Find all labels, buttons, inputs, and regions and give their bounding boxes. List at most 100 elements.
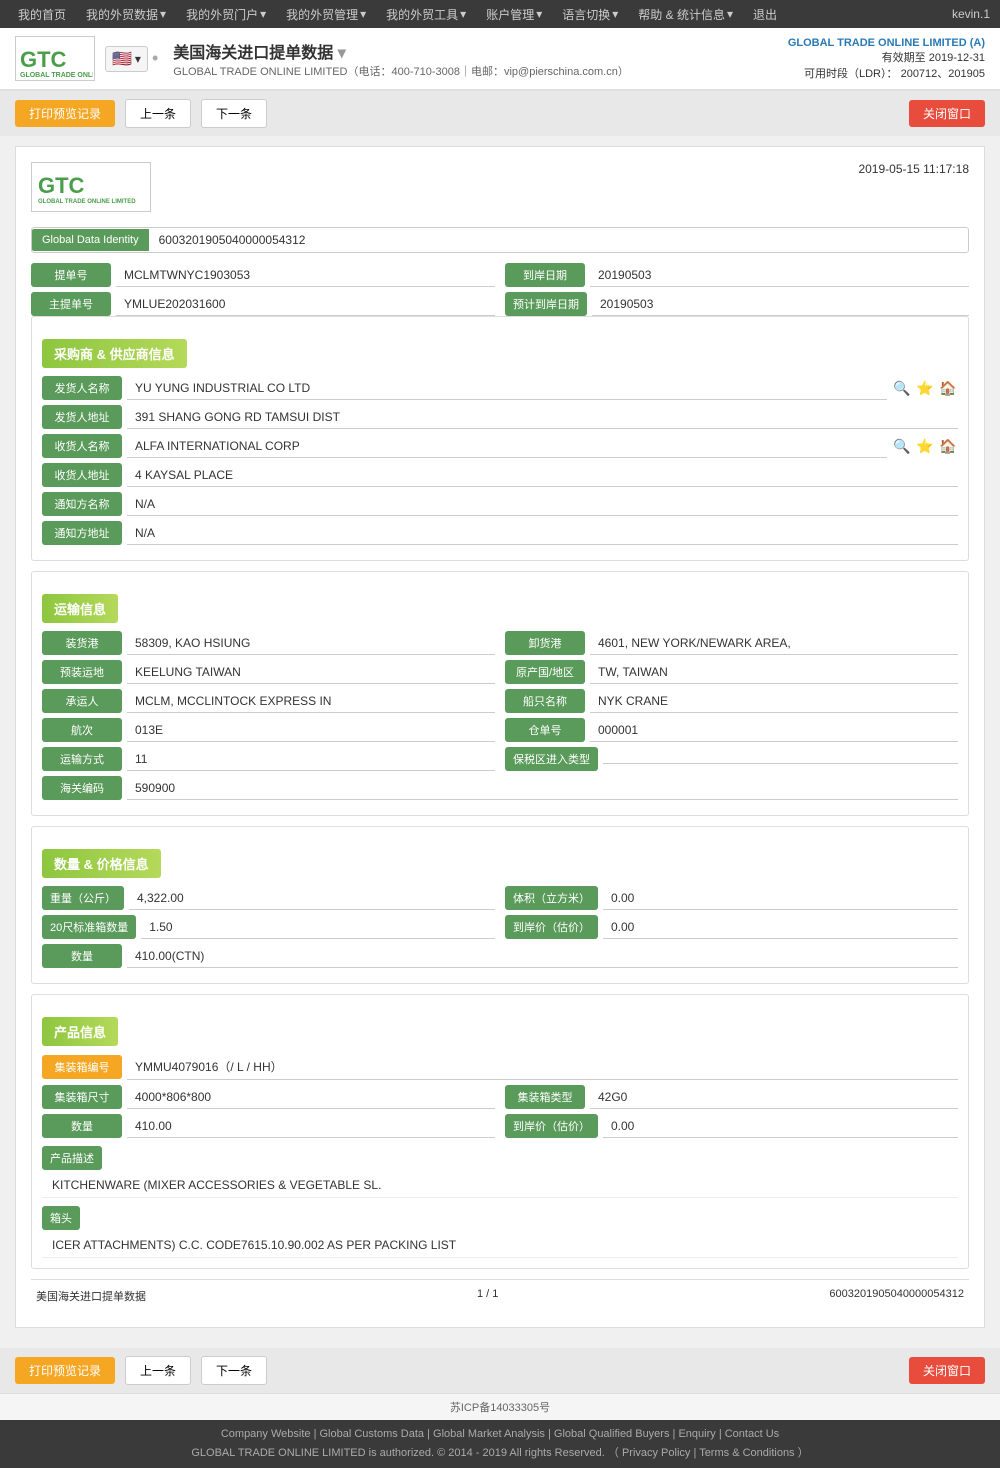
nav-portal[interactable]: 我的外贸门户 ▾ (178, 6, 274, 23)
quantity-label: 数量 (42, 944, 122, 968)
free-trade-value (603, 755, 958, 764)
footer-link-company[interactable]: Company Website (221, 1428, 311, 1440)
nav-account[interactable]: 账户管理 ▾ (478, 6, 550, 23)
volume-value: 0.00 (603, 887, 958, 910)
prod-qty-landedprice-row: 数量 410.00 到岸价（估价） 0.00 (42, 1114, 958, 1138)
bottom-close-button[interactable]: 关闭窗口 (909, 1357, 985, 1384)
transport-freetrade-row: 运输方式 11 保税区进入类型 (42, 747, 958, 771)
nav-tools[interactable]: 我的外贸工具 ▾ (378, 6, 474, 23)
header-area: 箱头 ICER ATTACHMENTS) C.C. CODE7615.10.90… (42, 1206, 958, 1258)
free-trade-label: 保税区进入类型 (505, 747, 598, 771)
consignee-name-field: 收货人名称 ALFA INTERNATIONAL CORP 🔍 ⭐ 🏠 (42, 434, 958, 458)
unloading-port-value: 4601, NEW YORK/NEWARK AREA, (590, 632, 958, 655)
site-logo: GTC GLOBAL TRADE ONLINE LIMITED (15, 36, 95, 81)
vessel-value: NYK CRANE (590, 690, 958, 713)
container-type-field: 集装箱类型 42G0 (505, 1085, 958, 1109)
home-icon[interactable]: 🏠 (938, 436, 958, 456)
master-bill-value: YMLUE202031600 (116, 293, 495, 316)
close-button[interactable]: 关闭窗口 (909, 100, 985, 127)
shipper-addr-value: 391 SHANG GONG RD TAMSUI DIST (127, 406, 958, 429)
notify-name-row: 通知方名称 N/A (42, 492, 958, 516)
shipper-addr-label: 发货人地址 (42, 405, 122, 429)
bill-type-field: 仓单号 000001 (505, 718, 958, 742)
print-button[interactable]: 打印预览记录 (15, 100, 115, 127)
footer-page: 1 / 1 (477, 1288, 498, 1304)
footer-link-contact[interactable]: Contact Us (725, 1428, 779, 1440)
voyage-value: 013E (127, 719, 495, 742)
footer-link-buyers[interactable]: Global Qualified Buyers (554, 1428, 670, 1440)
page-title: 美国海关进口提单数据 ▾ (173, 39, 788, 63)
weight-label: 重量（公斤） (42, 886, 124, 910)
footer-link-market[interactable]: Global Market Analysis (433, 1428, 545, 1440)
bottom-print-button[interactable]: 打印预览记录 (15, 1357, 115, 1384)
footer-id: 6003201905040000054312 (829, 1288, 964, 1304)
footer-privacy-link[interactable]: Privacy Policy (622, 1447, 690, 1459)
arrival-date-field: 到岸日期 20190503 (505, 263, 969, 287)
container-type-label: 集装箱类型 (505, 1085, 585, 1109)
consignee-addr-field: 收货人地址 4 KAYSAL PLACE (42, 463, 958, 487)
container20-value: 1.50 (141, 916, 495, 939)
top-toolbar: 打印预览记录 上一条 下一条 关闭窗口 (0, 91, 1000, 136)
nav-help[interactable]: 帮助 & 统计信息 ▾ (630, 6, 741, 23)
nav-management[interactable]: 我的外贸管理 ▾ (278, 6, 374, 23)
footer-link-customs[interactable]: Global Customs Data (320, 1428, 425, 1440)
loading-port-field: 装货港 58309, KAO HSIUNG (42, 631, 495, 655)
star-icon[interactable]: ⭐ (915, 436, 935, 456)
nav-logout[interactable]: 退出 (745, 6, 785, 23)
footer-links: Company Website | Global Customs Data | … (8, 1428, 992, 1440)
container-no-row: 集装箱编号 YMMU4079016（/ L / HH） (42, 1054, 958, 1080)
container20-landedprice-row: 20尺标准箱数量 1.50 到岸价（估价） 0.00 (42, 915, 958, 939)
next-button[interactable]: 下一条 (201, 99, 267, 128)
doc-logo: GTC GLOBAL TRADE ONLINE LIMITED (31, 162, 151, 212)
quantity-value: 410.00(CTN) (127, 945, 958, 968)
search-icon[interactable]: 🔍 (892, 378, 912, 398)
consignee-addr-value: 4 KAYSAL PLACE (127, 464, 958, 487)
container-no-field: 集装箱编号 YMMU4079016（/ L / HH） (42, 1054, 958, 1080)
vessel-label: 船只名称 (505, 689, 585, 713)
footer-terms-link[interactable]: Terms & Conditions (699, 1447, 794, 1459)
bottom-prev-button[interactable]: 上一条 (125, 1356, 191, 1385)
product-header: 产品信息 (42, 1017, 118, 1046)
loading-port-label: 装货港 (42, 631, 122, 655)
container-size-label: 集装箱尺寸 (42, 1085, 122, 1109)
bottom-next-button[interactable]: 下一条 (201, 1356, 267, 1385)
loading-unloading-row: 装货港 58309, KAO HSIUNG 卸货港 4601, NEW YORK… (42, 631, 958, 655)
product-desc-label: 产品描述 (42, 1146, 102, 1170)
prod-quantity-value: 410.00 (127, 1115, 495, 1138)
weight-volume-row: 重量（公斤） 4,322.00 体积（立方米） 0.00 (42, 886, 958, 910)
search-icon[interactable]: 🔍 (892, 436, 912, 456)
product-section: 产品信息 集装箱编号 YMMU4079016（/ L / HH） 集装箱尺寸 4… (31, 994, 969, 1269)
company-name: GLOBAL TRADE ONLINE LIMITED (A) (788, 37, 985, 49)
carrier-value: MCLM, MCCLINTOCK EXPRESS IN (127, 690, 495, 713)
notify-addr-label: 通知方地址 (42, 521, 122, 545)
star-icon[interactable]: ⭐ (915, 378, 935, 398)
carrier-field: 承运人 MCLM, MCCLINTOCK EXPRESS IN (42, 689, 495, 713)
nav-language[interactable]: 语言切换 ▾ (554, 6, 626, 23)
consignee-name-row: 收货人名称 ALFA INTERNATIONAL CORP 🔍 ⭐ 🏠 (42, 434, 958, 458)
prod-quantity-label: 数量 (42, 1114, 122, 1138)
consignee-addr-row: 收货人地址 4 KAYSAL PLACE (42, 463, 958, 487)
bill-type-label: 仓单号 (505, 718, 585, 742)
svg-text:GLOBAL TRADE ONLINE LIMITED: GLOBAL TRADE ONLINE LIMITED (38, 199, 136, 205)
prod-landed-price-label: 到岸价（估价） (505, 1114, 598, 1138)
landed-price-field: 到岸价（估价） 0.00 (505, 915, 958, 939)
transport-mode-value: 11 (127, 748, 495, 771)
flag-selector[interactable]: 🇺🇸 ▾ (105, 46, 148, 72)
origin-label: 原产国/地区 (505, 660, 585, 684)
nav-home[interactable]: 我的首页 (10, 6, 74, 23)
container-no-value: YMMU4079016（/ L / HH） (127, 1054, 958, 1080)
gdi-label: Global Data Identity (32, 229, 149, 251)
footer-link-enquiry[interactable]: Enquiry (678, 1428, 715, 1440)
quantity-price-header: 数量 & 价格信息 (42, 849, 161, 878)
logo-area: GTC GLOBAL TRADE ONLINE LIMITED 🇺🇸 ▾ • (15, 36, 158, 81)
bottom-toolbar: 打印预览记录 上一条 下一条 关闭窗口 (0, 1348, 1000, 1393)
arrival-date-label: 到岸日期 (505, 263, 585, 287)
prev-button[interactable]: 上一条 (125, 99, 191, 128)
nav-trade-data[interactable]: 我的外贸数据 ▾ (78, 6, 174, 23)
home-icon[interactable]: 🏠 (938, 378, 958, 398)
account-info: GLOBAL TRADE ONLINE LIMITED (A) 有效期至 201… (788, 37, 985, 81)
document-footer: 美国海关进口提单数据 1 / 1 6003201905040000054312 (31, 1279, 969, 1312)
shipper-name-label: 发货人名称 (42, 376, 122, 400)
copyright-area: GLOBAL TRADE ONLINE LIMITED is authorize… (8, 1444, 992, 1460)
voyage-label: 航次 (42, 718, 122, 742)
